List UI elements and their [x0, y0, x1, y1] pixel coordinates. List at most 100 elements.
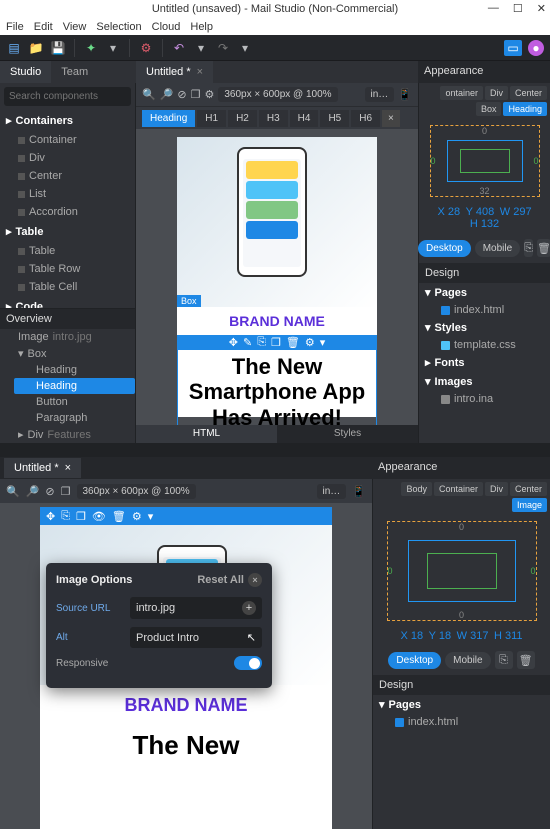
design-intro[interactable]: intro.ina: [419, 391, 550, 407]
tree-accordion[interactable]: Accordion: [0, 203, 135, 221]
tree-center[interactable]: Center: [0, 167, 135, 185]
maximize-icon[interactable]: ☐: [513, 2, 523, 15]
design-pages[interactable]: ▾ Pages: [373, 695, 550, 714]
menu-selection[interactable]: Selection: [96, 21, 141, 33]
tree-table-header[interactable]: ▸ Table: [0, 221, 135, 242]
close-popover-icon[interactable]: ×: [248, 573, 262, 587]
tree-code-header[interactable]: ▸ Code: [0, 296, 135, 308]
responsive-toggle[interactable]: [234, 656, 262, 670]
tree-containers-header[interactable]: ▸ Containers: [0, 110, 135, 131]
ov-heading[interactable]: Heading: [14, 362, 135, 378]
htab-h4[interactable]: H4: [290, 110, 319, 127]
search-input[interactable]: [9, 91, 141, 102]
zoom-in-icon[interactable]: 🔍: [142, 88, 156, 101]
design-index[interactable]: index.html: [373, 714, 550, 730]
hero-image[interactable]: Box: [177, 137, 377, 307]
duplicate-icon[interactable]: ❐: [271, 336, 281, 349]
htab-close-icon[interactable]: ×: [382, 110, 400, 127]
htab-h2[interactable]: H2: [228, 110, 257, 127]
delete-style-icon[interactable]: 🗑: [517, 651, 535, 669]
edit-icon[interactable]: ✎: [243, 336, 252, 349]
tree-div[interactable]: Div: [0, 149, 135, 167]
settings-icon[interactable]: ⚙: [205, 88, 215, 101]
htab-heading[interactable]: Heading: [142, 110, 195, 127]
reset-all-button[interactable]: Reset All×: [197, 573, 262, 587]
desktop-button[interactable]: Desktop: [418, 240, 471, 257]
delete-icon[interactable]: 🗑: [286, 336, 300, 349]
ov-button[interactable]: Button: [14, 394, 135, 410]
layers-icon[interactable]: ❐: [61, 485, 71, 498]
page-preview[interactable]: Box BRAND NAME ✥ ✎ ⎘ ❐ 🗑 ⚙ ▾ The New Sma…: [177, 137, 377, 417]
close-icon[interactable]: ✕: [537, 2, 546, 15]
zoom-out-icon[interactable]: 🔎: [160, 88, 174, 101]
wand-icon[interactable]: ✦: [83, 40, 99, 56]
dropdown-icon[interactable]: ▾: [105, 40, 121, 56]
copy-style-icon[interactable]: ⎘: [495, 651, 513, 669]
device-icon[interactable]: 📱: [352, 485, 366, 498]
chip-heading[interactable]: Heading: [503, 102, 547, 116]
ov-paragraph[interactable]: Paragraph: [14, 410, 135, 426]
move-icon[interactable]: ✥: [229, 336, 238, 349]
menu-help[interactable]: Help: [190, 21, 213, 33]
new-file-icon[interactable]: ▤: [6, 40, 22, 56]
bottom-canvas-size[interactable]: 360px × 600px @ 100%: [77, 484, 196, 499]
hide-icon[interactable]: ⊘: [45, 485, 54, 498]
menu-edit[interactable]: Edit: [34, 21, 53, 33]
box-model[interactable]: 000 32: [419, 119, 550, 203]
menu-icon[interactable]: ▾: [320, 336, 326, 349]
open-folder-icon[interactable]: 📁: [28, 40, 44, 56]
layers-icon[interactable]: ❐: [191, 88, 201, 101]
chip-box[interactable]: Box: [476, 102, 502, 116]
design-pages[interactable]: ▾ Pages: [419, 283, 550, 302]
tab-document[interactable]: Untitled *×: [136, 61, 213, 83]
redo-menu-icon[interactable]: ▾: [237, 40, 253, 56]
chip-container[interactable]: Container: [434, 482, 483, 496]
chip-container[interactable]: ontainer: [440, 86, 483, 100]
bottom-in-label[interactable]: in…: [317, 484, 347, 499]
htab-h1[interactable]: H1: [197, 110, 226, 127]
canvas-size[interactable]: 360px × 600px @ 100%: [218, 87, 337, 102]
gear-icon[interactable]: ⚙: [132, 510, 142, 523]
copy-icon[interactable]: ⎘: [257, 336, 266, 349]
delete-style-icon[interactable]: 🗑: [537, 239, 550, 257]
search-box[interactable]: 🔍: [4, 87, 131, 106]
mobile-button[interactable]: Mobile: [445, 652, 490, 669]
tree-table-row[interactable]: Table Row: [0, 260, 135, 278]
bottom-brand-text[interactable]: BRAND NAME: [40, 685, 332, 726]
add-url-icon[interactable]: +: [242, 601, 256, 615]
desktop-button[interactable]: Desktop: [388, 652, 441, 669]
bt-html[interactable]: HTML: [136, 425, 277, 443]
menu-cloud[interactable]: Cloud: [152, 21, 181, 33]
hide-icon[interactable]: 👁: [92, 510, 106, 523]
htab-h6[interactable]: H6: [351, 110, 380, 127]
heading-text[interactable]: The New Smartphone App Has Arrived!: [177, 349, 377, 425]
undo-menu-icon[interactable]: ▾: [193, 40, 209, 56]
undo-icon[interactable]: ↶: [171, 40, 187, 56]
hide-icon[interactable]: ⊘: [177, 88, 186, 101]
copy-style-icon[interactable]: ⎘: [524, 239, 533, 257]
preview-icon[interactable]: ▭: [504, 40, 522, 56]
minimize-icon[interactable]: —: [488, 2, 499, 15]
ov-heading-selected[interactable]: Heading: [14, 378, 135, 394]
menu-view[interactable]: View: [63, 21, 87, 33]
dropdown-icon[interactable]: ▾: [148, 510, 154, 523]
save-icon[interactable]: 💾: [50, 40, 66, 56]
design-template[interactable]: template.css: [419, 337, 550, 353]
zoom-out-icon[interactable]: 🔎: [26, 485, 40, 498]
design-index[interactable]: index.html: [419, 302, 550, 318]
canvas-in-label[interactable]: in…: [365, 87, 395, 102]
duplicate-icon[interactable]: ❐: [76, 510, 86, 523]
user-icon[interactable]: ●: [528, 40, 544, 56]
alt-input[interactable]: Product Intro↖: [130, 627, 262, 648]
chip-body[interactable]: Body: [401, 482, 432, 496]
ov-div[interactable]: ▸ Div Features: [14, 426, 135, 443]
mobile-button[interactable]: Mobile: [475, 240, 520, 257]
tree-table[interactable]: Table: [0, 242, 135, 260]
source-url-input[interactable]: intro.jpg+: [130, 597, 262, 619]
copy-icon[interactable]: ⎘: [61, 510, 70, 523]
redo-icon[interactable]: ↷: [215, 40, 231, 56]
canvas-area[interactable]: Box BRAND NAME ✥ ✎ ⎘ ❐ 🗑 ⚙ ▾ The New Sma…: [136, 129, 418, 425]
delete-icon[interactable]: 🗑: [112, 510, 126, 523]
chip-center[interactable]: Center: [510, 86, 547, 100]
design-fonts[interactable]: ▸ Fonts: [419, 353, 550, 372]
